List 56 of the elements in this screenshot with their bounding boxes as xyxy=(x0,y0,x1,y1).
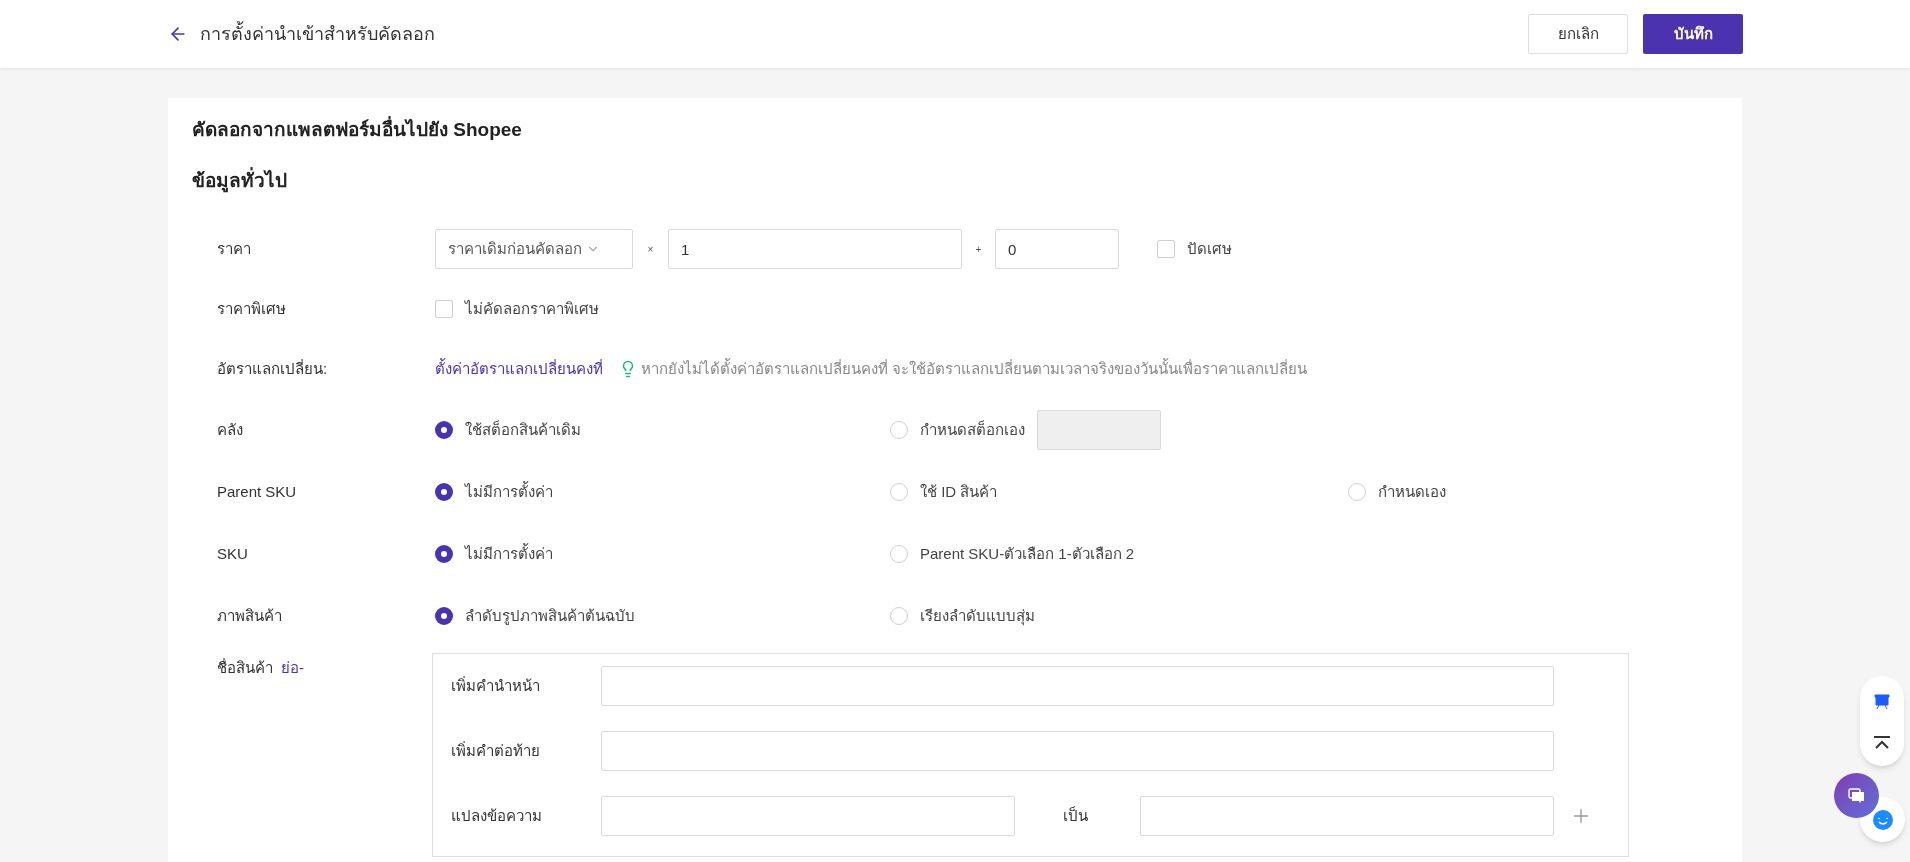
radio-button[interactable] xyxy=(890,545,908,563)
cancel-button[interactable]: ยกเลิก xyxy=(1528,14,1628,54)
rule-label: เพิ่มคำนำหน้า xyxy=(451,675,541,696)
hint-text: หากยังไม่ได้ตั้งค่าอัตราแลกเปลี่ยนคงที่ จะใช้อัตราแลกเปลี่ยนตามเวลาจริงของวันนั้นเพื่อราคาแลกเปลี่ยน xyxy=(641,357,1308,379)
checkbox-label: ปัดเศษ xyxy=(1187,238,1232,259)
radio-button[interactable] xyxy=(890,607,908,625)
radio-label: ลำดับรูปภาพสินค้าต้นฉบับ xyxy=(465,605,635,627)
multiplier-input[interactable]: 1 xyxy=(668,229,962,269)
field-label: อัตราแลกเปลี่ยน: xyxy=(217,358,329,379)
chat-button[interactable] xyxy=(1834,773,1879,818)
field-label: คลัง xyxy=(217,419,244,440)
offset-input[interactable]: 0 xyxy=(995,229,1119,269)
presentation-icon[interactable] xyxy=(1873,692,1891,711)
radio-label: ใช้ ID สินค้า xyxy=(920,481,998,502)
text-input[interactable] xyxy=(601,731,1554,771)
checkbox[interactable] xyxy=(1157,240,1175,258)
plus-sign: + xyxy=(974,242,983,257)
field-label: ราคา xyxy=(217,238,252,259)
checkbox-label: ไม่คัดลอกราคาพิเศษ xyxy=(465,298,599,319)
radio-button[interactable] xyxy=(1348,483,1366,501)
text-input[interactable] xyxy=(601,666,1554,706)
radio-label: ไม่มีการตั้งค่า xyxy=(465,480,553,502)
price-source-select[interactable]: ราคาเดิมก่อนคัดลอก xyxy=(435,229,633,269)
rule-label: เพิ่มคำต่อท้าย xyxy=(451,740,541,761)
radio-button[interactable] xyxy=(435,607,453,625)
radio-label: ใช้สต็อกสินค้าเดิม xyxy=(465,419,581,440)
subsection-title: ข้อมูลทั่วไป xyxy=(192,166,288,195)
back-to-top-icon[interactable] xyxy=(1873,735,1891,750)
radio-button[interactable] xyxy=(890,483,908,501)
field-label: ราคาพิเศษ xyxy=(217,298,287,319)
radio-label: Parent SKU-ตัวเลือก 1-ตัวเลือก 2 xyxy=(920,543,1135,564)
page-title: การตั้งค่านำเข้าสำหรับคัดลอก xyxy=(200,20,435,46)
smiley-icon xyxy=(1872,809,1893,830)
collapse-link[interactable]: ย่อ- xyxy=(281,657,304,680)
field-label: ชื่อสินค้า xyxy=(217,657,273,678)
radio-button[interactable] xyxy=(435,483,453,501)
radio-label: ไม่มีการตั้งค่า xyxy=(465,542,553,564)
radio-label: เรียงลำดับแบบสุ่ม xyxy=(920,605,1035,628)
text-input[interactable] xyxy=(601,796,1015,836)
rule-label: แปลงข้อความ xyxy=(451,805,543,826)
radio-button[interactable] xyxy=(890,421,908,439)
radio-label: กำหนดเอง xyxy=(1378,481,1446,502)
radio-label: กำหนดสต็อกเอง xyxy=(920,419,1025,440)
field-label: Parent SKU xyxy=(217,481,298,502)
rule-label: เป็น xyxy=(1062,805,1089,826)
radio-button[interactable] xyxy=(435,421,453,439)
save-button[interactable]: บันทึก xyxy=(1643,14,1743,54)
field-label: SKU xyxy=(217,543,249,564)
multiply-sign: × xyxy=(646,242,655,257)
field-label: ภาพสินค้า xyxy=(217,605,283,626)
section-title: คัดลอกจากแพลตฟอร์มอื่นไปยัง Shopee xyxy=(192,116,1718,145)
chat-bubbles-icon xyxy=(1847,787,1866,804)
radio-button[interactable] xyxy=(435,545,453,563)
fixed-rate-link[interactable]: ตั้งค่าอัตราแลกเปลี่ยนคงที่ xyxy=(435,357,603,381)
checkbox[interactable] xyxy=(435,300,453,318)
text-input[interactable] xyxy=(1140,796,1554,836)
